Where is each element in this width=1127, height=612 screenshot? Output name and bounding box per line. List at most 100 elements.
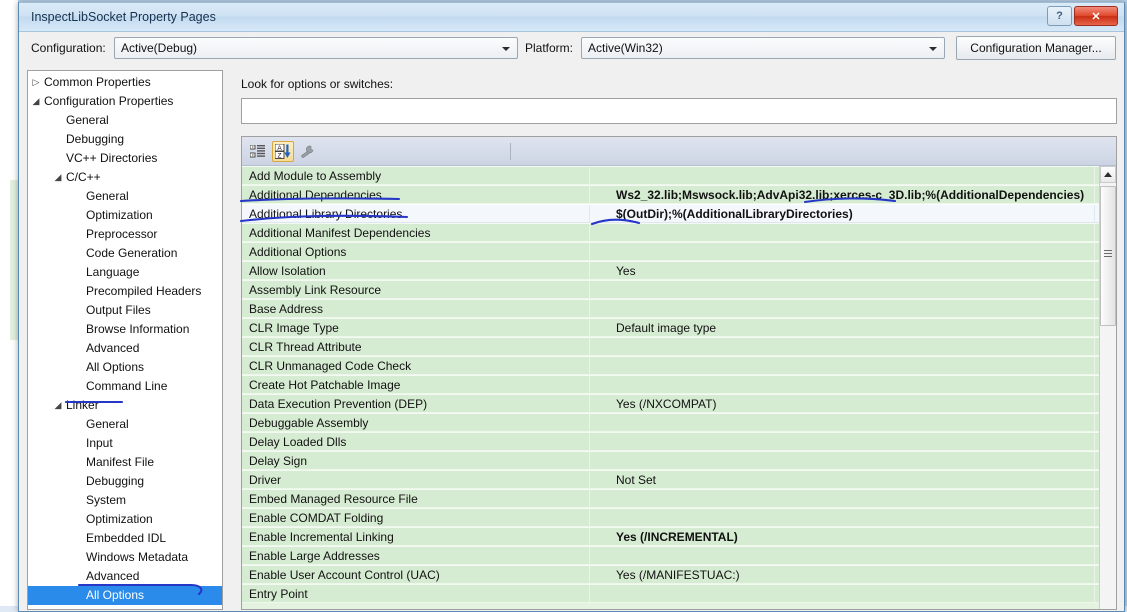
column-divider[interactable] xyxy=(589,452,590,471)
column-divider[interactable] xyxy=(589,243,590,262)
grid-row[interactable]: Entry Point xyxy=(242,584,1116,603)
scroll-up-button[interactable] xyxy=(1100,166,1116,183)
column-divider-right[interactable] xyxy=(1094,376,1095,395)
column-divider-right[interactable] xyxy=(1094,167,1095,186)
tree-item-general[interactable]: General xyxy=(28,187,222,206)
tree-item-embedded-idl[interactable]: Embedded IDL xyxy=(28,529,222,548)
tree-item-linker[interactable]: ◢Linker xyxy=(28,396,222,415)
grid-property-value[interactable]: Yes (/MANIFESTUAC:) xyxy=(616,566,740,585)
tree-item-general[interactable]: General xyxy=(28,111,222,130)
expand-expanded-icon[interactable]: ◢ xyxy=(50,396,66,415)
column-divider[interactable] xyxy=(589,167,590,186)
tree-item-windows-metadata[interactable]: Windows Metadata xyxy=(28,548,222,567)
tree-item-manifest-file[interactable]: Manifest File xyxy=(28,453,222,472)
column-divider[interactable] xyxy=(589,490,590,509)
grid-row[interactable]: Add Module to Assembly xyxy=(242,166,1116,185)
column-divider[interactable] xyxy=(589,547,590,566)
close-button[interactable]: ✕ xyxy=(1074,6,1118,26)
tree-item-precompiled-headers[interactable]: Precompiled Headers xyxy=(28,282,222,301)
configuration-manager-button[interactable]: Configuration Manager... xyxy=(956,36,1116,60)
column-divider-right[interactable] xyxy=(1094,262,1095,281)
column-divider[interactable] xyxy=(589,414,590,433)
column-divider-right[interactable] xyxy=(1094,414,1095,433)
column-divider-right[interactable] xyxy=(1094,186,1095,205)
grid-row[interactable]: Embed Managed Resource File xyxy=(242,489,1116,508)
column-divider-right[interactable] xyxy=(1094,319,1095,338)
column-divider[interactable] xyxy=(589,376,590,395)
column-divider-right[interactable] xyxy=(1094,205,1095,224)
grid-property-value[interactable]: Ws2_32.lib;Mswsock.lib;AdvApi32.lib;xerc… xyxy=(616,186,1084,205)
tree-item-configuration-properties[interactable]: ◢Configuration Properties xyxy=(28,92,222,111)
grid-row[interactable]: DriverNot Set xyxy=(242,470,1116,489)
tree-item-debugging[interactable]: Debugging xyxy=(28,130,222,149)
alphabetical-sort-icon[interactable]: A Z xyxy=(272,141,294,162)
grid-property-value[interactable]: Yes (/NXCOMPAT) xyxy=(616,395,716,414)
column-divider[interactable] xyxy=(589,300,590,319)
column-divider[interactable] xyxy=(589,224,590,243)
column-divider-right[interactable] xyxy=(1094,452,1095,471)
tree-item-advanced[interactable]: Advanced xyxy=(28,567,222,586)
column-divider-right[interactable] xyxy=(1094,566,1095,585)
tree-item-browse-information[interactable]: Browse Information xyxy=(28,320,222,339)
grid-row[interactable]: Enable Large Addresses xyxy=(242,546,1116,565)
grid-row[interactable]: Additional Options xyxy=(242,242,1116,261)
wrench-icon[interactable] xyxy=(296,141,318,162)
grid-row[interactable]: Additional Manifest Dependencies xyxy=(242,223,1116,242)
grid-row[interactable]: Create Hot Patchable Image xyxy=(242,375,1116,394)
grid-row[interactable]: Enable Incremental LinkingYes (/INCREMEN… xyxy=(242,527,1116,546)
column-divider-right[interactable] xyxy=(1094,585,1095,604)
column-divider-right[interactable] xyxy=(1094,243,1095,262)
help-button[interactable]: ? xyxy=(1047,6,1072,26)
column-divider-right[interactable] xyxy=(1094,300,1095,319)
column-divider[interactable] xyxy=(589,528,590,547)
tree-item-general[interactable]: General xyxy=(28,415,222,434)
column-divider-right[interactable] xyxy=(1094,490,1095,509)
column-divider[interactable] xyxy=(589,585,590,604)
grid-row[interactable]: Base Address xyxy=(242,299,1116,318)
tree-item-debugging[interactable]: Debugging xyxy=(28,472,222,491)
column-divider[interactable] xyxy=(589,205,590,224)
scrollbar-thumb[interactable] xyxy=(1100,186,1116,326)
grid-property-value[interactable]: Yes (/INCREMENTAL) xyxy=(616,528,738,547)
column-divider[interactable] xyxy=(589,319,590,338)
expand-expanded-icon[interactable]: ◢ xyxy=(28,92,44,111)
tree-item-optimization[interactable]: Optimization xyxy=(28,510,222,529)
platform-dropdown[interactable]: Active(Win32) xyxy=(581,37,945,59)
column-divider-right[interactable] xyxy=(1094,395,1095,414)
grid-property-value[interactable]: Yes xyxy=(616,262,636,281)
column-divider-right[interactable] xyxy=(1094,528,1095,547)
column-divider-right[interactable] xyxy=(1094,547,1095,566)
grid-row[interactable]: Additional DependenciesWs2_32.lib;Mswsoc… xyxy=(242,185,1116,204)
column-divider-right[interactable] xyxy=(1094,509,1095,528)
column-divider[interactable] xyxy=(589,186,590,205)
tree-item-command-line[interactable]: Command Line xyxy=(28,377,222,396)
column-divider[interactable] xyxy=(589,471,590,490)
grid-vertical-scrollbar[interactable] xyxy=(1099,166,1116,609)
column-divider-right[interactable] xyxy=(1094,471,1095,490)
grid-row[interactable]: Data Execution Prevention (DEP)Yes (/NXC… xyxy=(242,394,1116,413)
column-divider-right[interactable] xyxy=(1094,281,1095,300)
grid-row[interactable]: Debuggable Assembly xyxy=(242,413,1116,432)
properties-tree[interactable]: ▷Common Properties◢Configuration Propert… xyxy=(27,70,223,610)
grid-row[interactable]: CLR Thread Attribute xyxy=(242,337,1116,356)
tree-item-code-generation[interactable]: Code Generation xyxy=(28,244,222,263)
tree-item-input[interactable]: Input xyxy=(28,434,222,453)
tree-item-advanced[interactable]: Advanced xyxy=(28,339,222,358)
grid-row[interactable]: Allow IsolationYes xyxy=(242,261,1116,280)
tree-item-common-properties[interactable]: ▷Common Properties xyxy=(28,73,222,92)
tree-item-all-options[interactable]: All Options xyxy=(28,358,222,377)
column-divider-right[interactable] xyxy=(1094,357,1095,376)
grid-rows[interactable]: Add Module to AssemblyAdditional Depende… xyxy=(242,166,1116,609)
title-bar[interactable]: InspectLibSocket Property Pages ? ✕ xyxy=(19,2,1124,32)
grid-property-value[interactable]: Default image type xyxy=(616,319,716,338)
search-input[interactable] xyxy=(242,99,1116,123)
grid-row[interactable]: Assembly Link Resource xyxy=(242,280,1116,299)
grid-row[interactable]: Additional Library Directories$(OutDir);… xyxy=(242,204,1116,223)
tree-item-all-options[interactable]: All Options xyxy=(28,586,222,605)
grid-row[interactable]: Delay Loaded Dlls xyxy=(242,432,1116,451)
expand-collapsed-icon[interactable]: ▷ xyxy=(28,73,44,92)
column-divider[interactable] xyxy=(589,357,590,376)
grid-row[interactable]: Delay Sign xyxy=(242,451,1116,470)
grid-row[interactable]: CLR Image TypeDefault image type xyxy=(242,318,1116,337)
tree-item-output-files[interactable]: Output Files xyxy=(28,301,222,320)
